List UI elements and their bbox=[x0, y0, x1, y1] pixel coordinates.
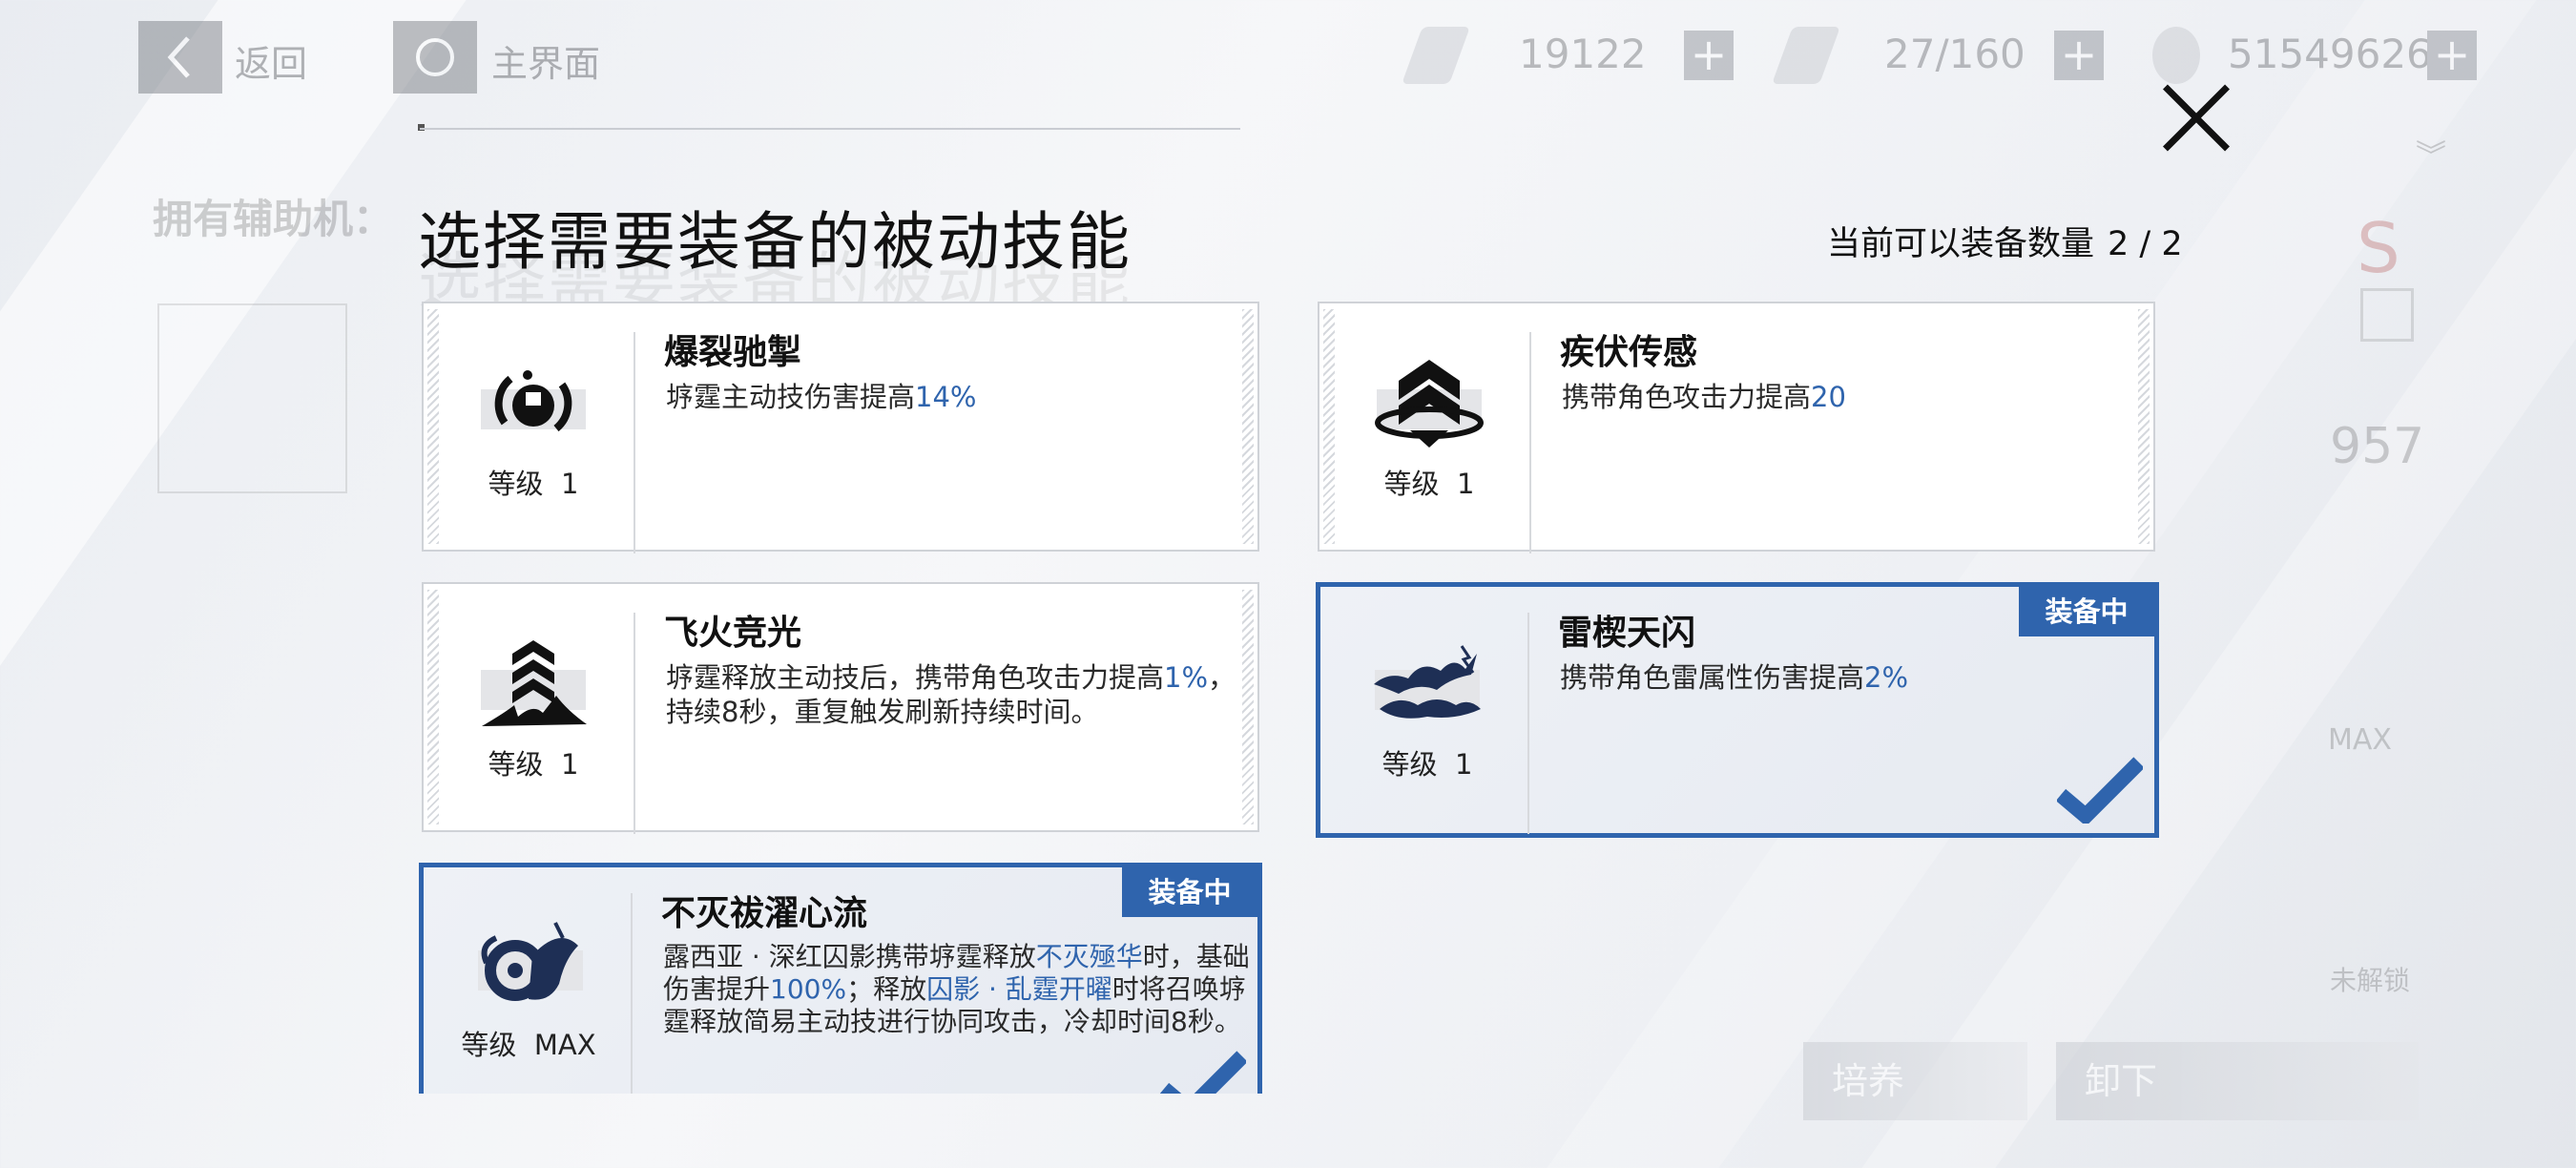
desc-text: 携带角色攻击力提高 bbox=[1562, 381, 1812, 413]
modal-title: 选择需要装备的被动技能 bbox=[418, 205, 1132, 279]
desc-text: ；释放 bbox=[846, 973, 927, 1005]
skill-level: 等级 MAX bbox=[461, 1029, 596, 1061]
resource-value: 51549626 bbox=[2228, 31, 2432, 77]
skill-level: 等级 1 bbox=[488, 468, 579, 500]
thunder-cloud-skill-icon bbox=[1365, 632, 1489, 737]
highlight-text: 100% bbox=[770, 973, 847, 1005]
equip-count: 当前可以装备数量 2 / 2 bbox=[1827, 217, 2183, 265]
owned-slot[interactable] bbox=[157, 303, 347, 493]
back-label: 返回 bbox=[235, 43, 308, 85]
checkmark-icon bbox=[2057, 757, 2143, 824]
back-button[interactable] bbox=[138, 21, 222, 94]
chevron-down-icon[interactable]: ︾ bbox=[2416, 132, 2446, 176]
title-decor-line bbox=[420, 128, 1240, 130]
skill-description: 携带角色攻击力提高20 bbox=[1562, 380, 2134, 414]
skill-name: 飞火竞光 bbox=[664, 614, 802, 653]
desc-text: 露西亚 · 深红囚影携带垿霆释放 bbox=[663, 941, 1036, 972]
chevron-left-icon bbox=[167, 36, 190, 78]
ticket-icon bbox=[1402, 27, 1470, 84]
card-hatch bbox=[1242, 590, 1254, 824]
power-value: 957 bbox=[2330, 418, 2425, 475]
skill-description: 露西亚 · 深红囚影携带垿霆释放不灭殛华时，基础伤害提升100%；释放囚影 · … bbox=[663, 941, 1255, 1038]
skill-card-equipped[interactable]: 装备中 等级 MAX 不灭祓濯心流 露西亚 · 深红囚影携带垿霆释放不灭殛华时，… bbox=[419, 863, 1262, 1094]
coin-icon bbox=[2152, 27, 2200, 84]
rank-chevron-skill-icon bbox=[1367, 351, 1491, 456]
skill-level: 等级 1 bbox=[488, 748, 579, 781]
home-button[interactable] bbox=[393, 21, 477, 94]
resource-value: 27/160 bbox=[1884, 31, 2025, 77]
divider bbox=[1527, 613, 1529, 834]
train-button[interactable]: 培养 bbox=[1803, 1042, 2027, 1120]
highlight-text: 2% bbox=[1864, 661, 1909, 694]
card-hatch bbox=[427, 309, 439, 544]
card-hatch bbox=[1323, 309, 1335, 544]
skill-level: 等级 1 bbox=[1381, 748, 1473, 781]
divider bbox=[634, 332, 635, 553]
add-resource-button[interactable]: + bbox=[1684, 31, 1734, 80]
burst-skill-icon bbox=[471, 351, 595, 456]
lock-icon bbox=[2360, 288, 2414, 342]
unequip-button[interactable]: 卸下 bbox=[2056, 1042, 2419, 1120]
close-button[interactable] bbox=[2158, 80, 2234, 156]
max-label: MAX bbox=[2328, 723, 2392, 757]
highlight-text: 囚影 · 乱霆开曜 bbox=[926, 973, 1112, 1005]
skill-description: 垿霆主动技伤害提高14% bbox=[666, 380, 1238, 414]
divider bbox=[634, 613, 635, 834]
card-hatch bbox=[2138, 309, 2150, 544]
fuel-icon bbox=[1772, 27, 1840, 84]
home-circle-icon bbox=[416, 38, 454, 76]
card-hatch bbox=[427, 590, 439, 824]
skill-card[interactable]: 等级 1 爆裂驰掣 垿霆主动技伤害提高14% bbox=[422, 302, 1259, 553]
skill-name: 雷楔天闪 bbox=[1558, 614, 1696, 653]
skill-card[interactable]: 等级 1 飞火竞光 垿霆释放主动技后，携带角色攻击力提高1%，持续8秒，重复触发… bbox=[422, 582, 1259, 834]
skill-level: 等级 1 bbox=[1383, 468, 1475, 500]
flame-chevron-skill-icon bbox=[471, 632, 595, 737]
checkmark-icon bbox=[1160, 1051, 1246, 1094]
serpent-skill-icon bbox=[468, 912, 592, 1017]
desc-text: 携带角色雷属性伤害提高 bbox=[1560, 661, 1865, 694]
divider bbox=[631, 893, 633, 1094]
skill-name: 不灭祓濯心流 bbox=[661, 894, 868, 933]
highlight-text: 14% bbox=[915, 381, 977, 413]
rank-label: S bbox=[2357, 208, 2400, 288]
skill-card-clip: 装备中 等级 MAX 不灭祓濯心流 露西亚 · 深红囚影携带垿霆释放不灭殛华时，… bbox=[419, 863, 1264, 1094]
divider bbox=[1529, 332, 1531, 553]
owned-label: 拥有辅助机： bbox=[153, 196, 394, 242]
skill-card[interactable]: 等级 1 疾伏传感 携带角色攻击力提高20 bbox=[1318, 302, 2155, 553]
skill-name: 爆裂驰掣 bbox=[664, 333, 802, 372]
equipped-badge: 装备中 bbox=[1122, 867, 1257, 917]
highlight-text: 20 bbox=[1811, 381, 1846, 413]
home-label: 主界面 bbox=[491, 43, 601, 85]
equip-count-label: 当前可以装备数量 bbox=[1827, 225, 2095, 263]
skill-name: 疾伏传感 bbox=[1560, 333, 1698, 372]
equip-count-value: 2 / 2 bbox=[2108, 225, 2183, 263]
highlight-text: 1% bbox=[1164, 661, 1209, 694]
skill-card-equipped[interactable]: 装备中 等级 1 雷楔天闪 携带角色雷属性伤害提高2% bbox=[1316, 582, 2159, 838]
desc-text: 垿霆释放主动技后，携带角色攻击力提高 bbox=[666, 661, 1165, 694]
resource-value: 19122 bbox=[1519, 31, 1647, 77]
add-resource-button[interactable]: + bbox=[2054, 31, 2104, 80]
card-hatch bbox=[1242, 309, 1254, 544]
skill-description: 携带角色雷属性伤害提高2% bbox=[1560, 660, 2132, 695]
bg-stripe bbox=[0, 0, 467, 1168]
highlight-text: 不灭殛华 bbox=[1035, 941, 1143, 972]
desc-text: 垿霆主动技伤害提高 bbox=[666, 381, 916, 413]
equipped-badge: 装备中 bbox=[2019, 587, 2154, 636]
skill-description: 垿霆释放主动技后，携带角色攻击力提高1%，持续8秒，重复触发刷新持续时间。 bbox=[666, 660, 1238, 729]
locked-label: 未解锁 bbox=[2330, 965, 2411, 996]
add-resource-button[interactable]: + bbox=[2427, 31, 2477, 80]
